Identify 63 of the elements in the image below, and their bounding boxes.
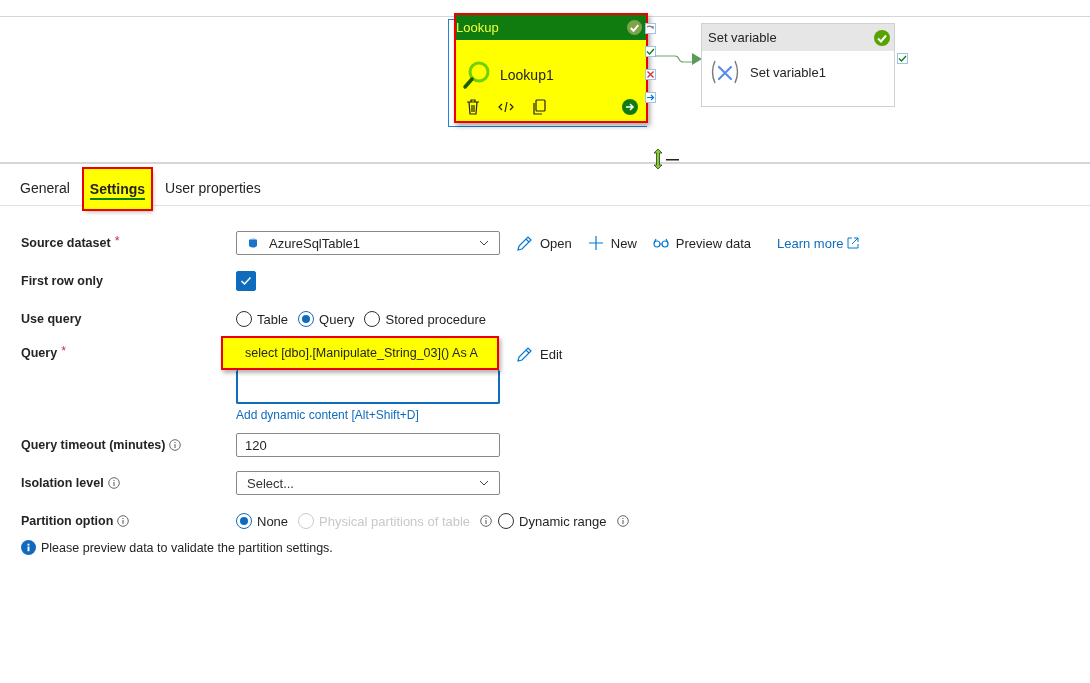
pencil-icon [516, 234, 533, 252]
plus-icon [587, 235, 604, 251]
edit-button[interactable]: Edit [516, 346, 563, 363]
chevron-down-icon [479, 480, 489, 486]
info-icon[interactable] [169, 439, 182, 451]
connector-arrow [655, 53, 703, 65]
radio-option[interactable]: Query [298, 311, 355, 327]
skip-port-icon[interactable] [645, 23, 656, 34]
required-mark: * [61, 344, 66, 358]
info-message: Please preview data to validate the partition settings. [41, 540, 333, 555]
field-label: Query timeout (minutes) [21, 438, 166, 452]
info-icon [21, 540, 36, 555]
activity-type: Set variable [708, 30, 777, 45]
field-label: Partition option [21, 514, 114, 528]
success-check-icon [627, 20, 642, 35]
field-label: Source dataset [21, 236, 111, 250]
field-label: Query [21, 346, 58, 360]
dynamic-content-link[interactable]: Add dynamic content [Alt+Shift+D] [236, 408, 419, 422]
arrow-right-icon[interactable] [622, 99, 638, 115]
activity-type: Lookup [456, 20, 499, 35]
resize-handle-icon[interactable] [652, 148, 680, 170]
query-text[interactable]: select [dbo].[Manipulate_String_03]() As A [245, 346, 478, 360]
info-icon[interactable] [107, 477, 120, 489]
success-port-icon[interactable] [897, 53, 908, 64]
action-button[interactable]: New [587, 235, 637, 251]
field-label: Use query [21, 312, 82, 326]
success-check-icon [874, 29, 890, 46]
isolation-dropdown[interactable]: Select... [236, 471, 500, 495]
chevron-down-icon [479, 240, 489, 246]
failure-port-icon[interactable] [645, 69, 656, 80]
pencil-icon [516, 346, 533, 363]
radio-option[interactable]: Stored procedure [364, 311, 486, 327]
set-variable-activity-card[interactable]: Set variable Set variable1 [701, 23, 895, 107]
action-button[interactable]: Preview data [652, 235, 751, 251]
activity-name: Set variable1 [750, 64, 826, 80]
tab[interactable]: General [14, 172, 76, 206]
radio-option[interactable]: Dynamic range [498, 513, 607, 529]
copy-icon[interactable] [532, 99, 546, 115]
checkbox[interactable] [236, 271, 256, 291]
required-mark: * [114, 234, 120, 248]
field-label: Isolation level [21, 476, 104, 490]
dataset-dropdown[interactable]: AzureSqlTable1 [236, 231, 500, 255]
database-icon [247, 237, 259, 249]
info-icon[interactable] [117, 515, 130, 527]
lookup-activity-card[interactable]: Lookup Lookup1 [454, 13, 648, 123]
success-port-icon[interactable] [645, 46, 656, 57]
activity-name: Lookup1 [500, 66, 554, 83]
tab[interactable]: Settings [83, 169, 152, 209]
field-label: First row only [21, 274, 103, 288]
magnifier-icon [462, 59, 492, 90]
action-button[interactable]: Open [516, 234, 572, 252]
learn-more-link[interactable]: Learn more [777, 235, 860, 251]
completion-port-icon[interactable] [645, 92, 656, 103]
external-link-icon [847, 237, 860, 249]
radio-option[interactable]: Table [236, 311, 289, 327]
glasses-icon [652, 238, 669, 248]
delete-icon[interactable] [466, 99, 480, 115]
tab[interactable]: User properties [159, 172, 267, 206]
code-icon[interactable] [498, 101, 514, 113]
checkmark-icon [240, 276, 252, 286]
info-icon[interactable] [616, 515, 629, 527]
radio-option[interactable]: None [236, 513, 289, 529]
timeout-field[interactable]: 120 [236, 433, 500, 457]
